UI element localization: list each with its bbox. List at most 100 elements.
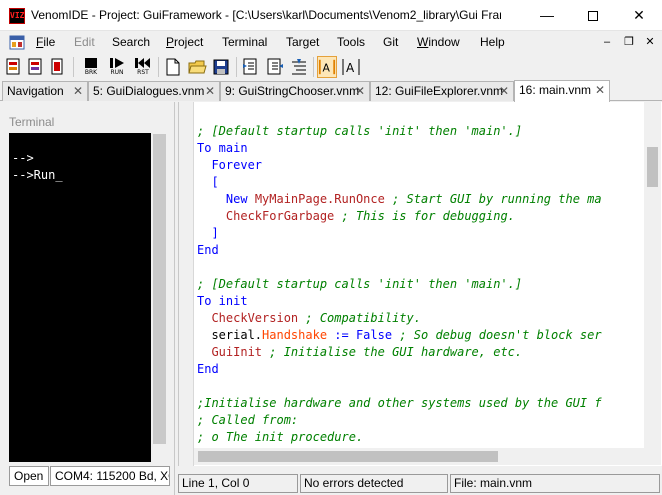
code-line[interactable]: End: [197, 242, 643, 259]
code-line[interactable]: ; [Default startup calls 'init' then 'ma…: [197, 276, 643, 293]
menu-item[interactable]: Target: [286, 35, 319, 51]
tab-gui-dialogues[interactable]: 5: GuiDialogues.vnm ✕: [88, 81, 220, 101]
code-line[interactable]: ; Called from:: [197, 412, 643, 429]
code-line[interactable]: ; [Default startup calls 'init' then 'ma…: [197, 123, 643, 140]
mdi-close-button[interactable]: ✕: [643, 35, 657, 49]
tab-close-icon[interactable]: ✕: [205, 82, 215, 100]
break-button[interactable]: BRK: [79, 56, 103, 78]
tab-gui-string-chooser[interactable]: 9: GuiStringChooser.vnm ✕: [220, 81, 370, 101]
code-token: ; So debug doesn't block ser: [392, 328, 602, 342]
code-line[interactable]: ; o The init procedure.: [197, 429, 643, 446]
new-file-icon[interactable]: [163, 56, 183, 78]
code-token: End: [197, 243, 219, 257]
code-line[interactable]: ]: [197, 225, 643, 242]
code-token: CheckForGarbage: [225, 209, 335, 223]
terminal-panel: Terminal --> -->Run_ Open COM4: 115200 B…: [0, 102, 175, 495]
tab-close-icon[interactable]: ✕: [73, 82, 83, 100]
code-token: Forever: [211, 158, 263, 172]
tab-navigation[interactable]: Navigation ✕: [2, 81, 88, 101]
menu-item[interactable]: File: [36, 35, 55, 51]
break-icon: [85, 58, 97, 68]
document-menu-icon[interactable]: [9, 35, 25, 50]
run-button[interactable]: RUN: [105, 56, 129, 78]
font-style-icon[interactable]: A: [341, 56, 361, 78]
reset-icon: [135, 58, 150, 68]
mdi-restore-button[interactable]: ❐: [622, 35, 636, 49]
code-line[interactable]: New MyMainPage.RunOnce ; Start GUI by ru…: [197, 191, 643, 208]
code-token: ; This is for debugging.: [334, 209, 515, 223]
tab-label: 9: GuiStringChooser.vnm: [225, 84, 360, 98]
tab-main[interactable]: 16: main.vnm ✕: [514, 80, 610, 102]
mdi-minimize-button[interactable]: –: [600, 35, 614, 49]
code-line[interactable]: serial.Handshake := False ; So debug doe…: [197, 327, 643, 344]
menu-item[interactable]: Window: [417, 35, 460, 51]
code-token: ;Initialise hardware and other systems u…: [197, 396, 602, 410]
editor-gutter: [179, 102, 194, 466]
font-size-icon[interactable]: A: [317, 56, 337, 78]
reset-button[interactable]: RST: [131, 56, 155, 78]
menu-item-label: ile: [43, 35, 56, 49]
editor-vertical-scrollbar[interactable]: [644, 102, 661, 448]
code-editor[interactable]: ; [Default startup calls 'init' then 'ma…: [178, 102, 662, 466]
menu-item[interactable]: Terminal: [222, 35, 267, 51]
code-line[interactable]: [: [197, 174, 643, 191]
terminal-panel-title: Terminal: [9, 115, 55, 129]
menu-item[interactable]: Help: [480, 35, 505, 51]
tab-gui-file-explorer[interactable]: 12: GuiFileExplorer.vnm ✕: [370, 81, 514, 101]
scrollbar-thumb[interactable]: [647, 147, 658, 187]
code-token: Handshake: [262, 328, 328, 342]
tab-close-icon[interactable]: ✕: [595, 81, 605, 99]
code-line[interactable]: GuiInit ; Initialise the GUI hardware, e…: [197, 344, 643, 361]
editor-tab-bar: Navigation ✕ 5: GuiDialogues.vnm ✕ 9: Gu…: [0, 80, 662, 102]
code-token: To main: [197, 141, 248, 155]
scrollbar-thumb[interactable]: [153, 134, 166, 444]
open-folder-icon[interactable]: [187, 56, 207, 78]
code-line[interactable]: CheckVersion ; Compatibility.: [197, 310, 643, 327]
code-text[interactable]: ; [Default startup calls 'init' then 'ma…: [197, 123, 643, 465]
menu-item[interactable]: Git: [383, 35, 398, 51]
download-icon[interactable]: [48, 56, 68, 78]
minimize-button[interactable]: —: [524, 0, 570, 31]
tab-close-icon[interactable]: ✕: [355, 82, 365, 100]
code-line[interactable]: [197, 378, 643, 395]
code-line[interactable]: End: [197, 361, 643, 378]
format-code-icon[interactable]: [289, 56, 309, 78]
menu-item[interactable]: Edit: [74, 35, 95, 51]
code-token: New: [225, 192, 255, 206]
terminal-scrollbar[interactable]: [151, 133, 168, 462]
save-icon[interactable]: [211, 56, 231, 78]
code-token: serial.: [197, 328, 263, 342]
menu-item-label: Target: [286, 35, 320, 49]
menu-item[interactable]: Project: [166, 35, 203, 51]
venom-app-icon[interactable]: VIZ: [9, 8, 25, 24]
maximize-button[interactable]: [570, 0, 616, 31]
code-line[interactable]: CheckForGarbage ; This is for debugging.: [197, 208, 643, 225]
terminal-port-status: COM4: 115200 Bd, XON: [50, 466, 170, 486]
code-line[interactable]: ;Initialise hardware and other systems u…: [197, 395, 643, 412]
editor-horizontal-scrollbar[interactable]: [194, 448, 644, 465]
code-line[interactable]: To main: [197, 140, 643, 157]
menu-item[interactable]: Tools: [337, 35, 365, 51]
code-token: GuiInit: [211, 345, 263, 359]
code-token: MyMainPage.RunOnce: [254, 192, 385, 206]
close-button[interactable]: ✕: [616, 0, 662, 31]
terminal-open-status[interactable]: Open: [9, 466, 49, 486]
code-line[interactable]: To init: [197, 293, 643, 310]
code-token: ; Initialise the GUI hardware, etc.: [262, 345, 523, 359]
code-line[interactable]: [197, 259, 643, 276]
code-line[interactable]: Forever: [197, 157, 643, 174]
compile-icon[interactable]: [26, 56, 46, 78]
tab-close-icon[interactable]: ✕: [499, 82, 509, 100]
terminal-output[interactable]: --> -->Run_: [9, 133, 151, 462]
break-label: BRK: [84, 69, 98, 76]
menu-item[interactable]: Search: [112, 35, 150, 51]
scrollbar-thumb[interactable]: [198, 451, 498, 462]
outdent-icon[interactable]: [265, 56, 285, 78]
load-project-icon[interactable]: [4, 56, 24, 78]
code-token: ]: [211, 226, 219, 240]
indent-icon[interactable]: [241, 56, 261, 78]
